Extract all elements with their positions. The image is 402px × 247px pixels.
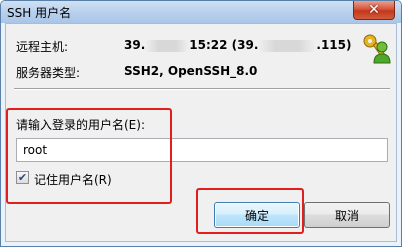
close-button[interactable]: ✕ (353, 1, 395, 20)
keys-icon (363, 34, 391, 64)
redacted-blur (258, 39, 317, 52)
server-type-value: SSH2, OpenSSH_8.0 (124, 64, 258, 78)
highlight-box-input (6, 108, 172, 204)
dialog-body: 远程主机: 39. 15:22 (39. .115) 服务器类型: SSH2, Op… (5, 23, 397, 242)
highlight-box-ok (196, 188, 304, 234)
host-value: 39. 15:22 (39. .115) (124, 38, 351, 52)
cancel-button[interactable]: 取消 (304, 202, 390, 228)
window-title: SSH 用户名 (7, 6, 72, 20)
host-value-mid: 15:22 (39. (189, 38, 259, 52)
redacted-blur (145, 39, 190, 52)
host-value-prefix: 39. (124, 38, 146, 52)
separator (14, 88, 390, 90)
close-icon: ✕ (368, 2, 380, 18)
host-value-suffix: .115) (316, 38, 352, 52)
ssh-username-dialog: SSH 用户名 ✕ 远程主机: 39. 15:22 (39. .115) 服务器类型… (0, 0, 402, 247)
server-type-label: 服务器类型: (16, 66, 81, 80)
host-label: 远程主机: (16, 40, 69, 54)
title-bar[interactable]: SSH 用户名 ✕ (1, 1, 401, 23)
